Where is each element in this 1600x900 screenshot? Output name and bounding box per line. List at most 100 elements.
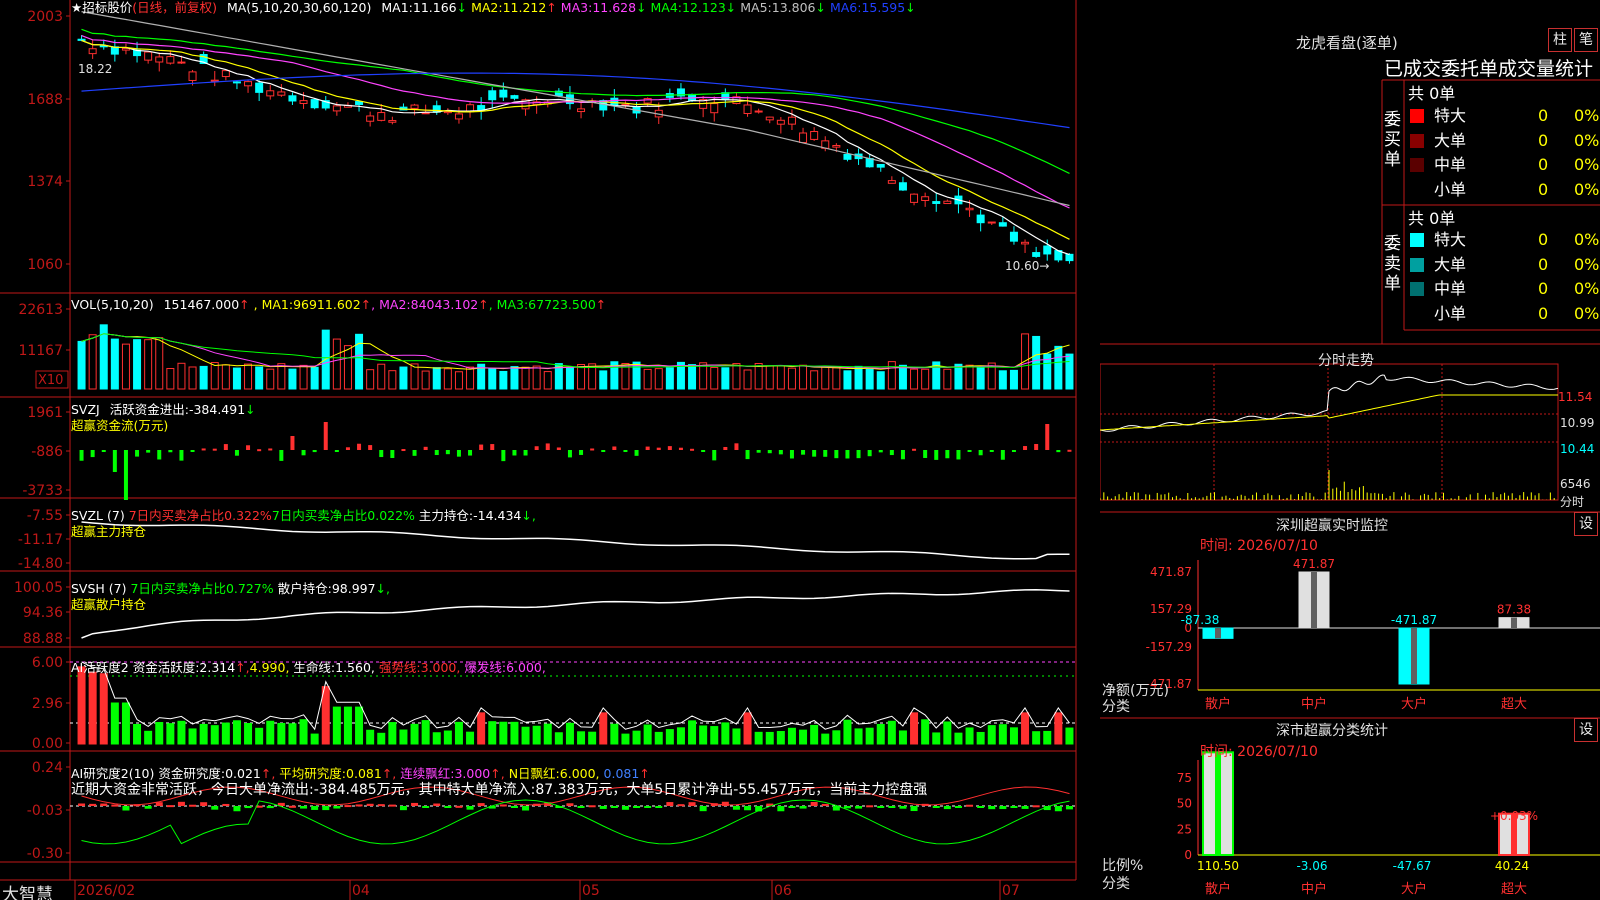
svzj-bar bbox=[312, 450, 317, 453]
ai-activity-bar bbox=[876, 723, 885, 745]
svzj-bar bbox=[401, 449, 406, 452]
ai-activity-bar bbox=[244, 723, 253, 745]
svsh-subtitle: 超赢散户持仓 bbox=[71, 597, 147, 612]
volume-bar bbox=[654, 368, 663, 390]
volume-bar bbox=[787, 367, 796, 390]
ai-activity-bar bbox=[699, 725, 708, 745]
classify-tick-label: 0 bbox=[1184, 848, 1192, 862]
svzj-bar bbox=[856, 450, 861, 459]
svzj-bar bbox=[345, 447, 350, 450]
ai-activity-bar bbox=[710, 726, 719, 745]
volume-bar bbox=[688, 364, 697, 390]
svzj-bar bbox=[623, 450, 628, 452]
ai-activity-bar bbox=[299, 719, 308, 745]
volume-bar bbox=[355, 333, 364, 390]
ai-activity-bar bbox=[121, 702, 130, 745]
ai-activity-bar bbox=[1043, 730, 1052, 745]
ai-activity-bar bbox=[88, 671, 97, 745]
monitor-bar-shade bbox=[1511, 617, 1517, 628]
volume-bar bbox=[466, 366, 475, 390]
tick-view-button[interactable]: 笔 bbox=[1574, 28, 1598, 52]
ai-activity-bar bbox=[721, 722, 730, 745]
lhb-row-name: 小单 bbox=[1434, 303, 1467, 323]
ai-research-bar bbox=[288, 805, 296, 808]
lhb-row-count: 0 bbox=[1538, 155, 1549, 174]
svzj-bar bbox=[157, 450, 162, 460]
lhb-row: 特大 0 0% bbox=[1100, 104, 1600, 128]
intraday-tick-2: 10.99 bbox=[1560, 416, 1595, 430]
ai-research-bar bbox=[666, 802, 674, 806]
vol-unit-label: X10 bbox=[38, 373, 63, 388]
ai-research-bar bbox=[166, 805, 174, 808]
stock-name[interactable]: ★招标股价 bbox=[71, 0, 132, 15]
ai-activity-bar bbox=[532, 725, 541, 745]
svzj-bar bbox=[379, 450, 384, 458]
candle-body bbox=[987, 221, 996, 224]
candle-body bbox=[843, 153, 852, 160]
classify-date-label: 时间: bbox=[1200, 744, 1233, 760]
classify-settings-button[interactable]: 设 bbox=[1574, 718, 1598, 742]
ai-research-bar bbox=[977, 806, 985, 808]
ai2-l4: N日飘红: bbox=[508, 766, 560, 781]
monitor-date: 时间: 2026/07/10 bbox=[1200, 535, 1318, 555]
candle-body bbox=[332, 105, 341, 112]
svzj-bar bbox=[101, 450, 106, 452]
svzj-bar bbox=[234, 450, 239, 456]
ai2-name: AI研究度2(10) bbox=[71, 766, 155, 781]
lhb-row-count: 0 bbox=[1538, 179, 1549, 199]
ai-research-bar bbox=[322, 806, 330, 811]
ai-activity-bar bbox=[632, 730, 641, 745]
main-chart-area[interactable]: 2003 1688 1374 1060 22613 11167 1961 -886 -3733 -… bbox=[0, 0, 1100, 900]
column-view-button[interactable]: 柱 bbox=[1548, 28, 1572, 52]
volume-bar bbox=[910, 368, 919, 390]
ai-research-bar bbox=[177, 801, 185, 806]
candle-body bbox=[898, 182, 907, 191]
candle-body bbox=[799, 132, 808, 144]
ai-activity-bar bbox=[421, 720, 430, 745]
classify-category-label: 散户 bbox=[1205, 881, 1231, 897]
ai-research-bar bbox=[466, 806, 474, 810]
ai-research-bar bbox=[799, 806, 807, 809]
classify-bar-shade bbox=[1215, 752, 1221, 855]
time-axis-label: 2026/02 bbox=[77, 883, 135, 899]
svzj-bar bbox=[246, 445, 251, 450]
ai-research-green-line bbox=[81, 799, 1070, 845]
candle-body bbox=[932, 201, 941, 204]
ai-activity-bar bbox=[643, 724, 652, 745]
lhb-row-name: 中单 bbox=[1434, 279, 1467, 298]
stock-period: (日线，前复权) bbox=[132, 0, 217, 15]
ai-activity-bar bbox=[510, 721, 519, 745]
candle-body bbox=[288, 95, 297, 102]
ai-research-bar bbox=[888, 806, 896, 808]
svzj-bar bbox=[179, 450, 184, 461]
candle-body bbox=[299, 100, 308, 104]
svzj-bar bbox=[556, 447, 561, 450]
ai-research-bar bbox=[477, 803, 485, 806]
vol-value: 151467.000 bbox=[163, 297, 240, 312]
ai2-a3: ↑, bbox=[490, 766, 505, 781]
lhb-color-swatch bbox=[1410, 158, 1424, 172]
main-chart-canvas[interactable]: 2003 1688 1374 1060 22613 11167 1961 -886 -3733 -… bbox=[0, 0, 1100, 900]
lhb-row: 小单 0 0% bbox=[1100, 178, 1600, 202]
candle-body bbox=[77, 38, 86, 41]
ai-activity-bar bbox=[166, 723, 175, 745]
svzj-bar bbox=[734, 443, 739, 450]
svsh-label: 散户持仓: bbox=[277, 581, 332, 596]
svzj-bar bbox=[667, 446, 672, 450]
ai-research-bar bbox=[1010, 806, 1018, 808]
ai1-l3: 生命线: bbox=[293, 660, 336, 675]
lhb-row-count: 0 bbox=[1538, 303, 1549, 323]
lhb-row-count: 0 bbox=[1538, 230, 1549, 249]
svzj-bar bbox=[690, 448, 695, 451]
svzj-bar bbox=[357, 443, 362, 450]
ai-research-bar bbox=[300, 806, 308, 809]
ai-research-bar bbox=[677, 804, 685, 807]
ai-research-bar bbox=[100, 803, 108, 806]
monitor-settings-button[interactable]: 设 bbox=[1574, 512, 1598, 536]
intraday-unit: 分时 bbox=[1560, 495, 1585, 509]
ai-research-bar bbox=[954, 806, 962, 808]
svzj-bar bbox=[1056, 450, 1061, 453]
lhb-row-count: 0 bbox=[1538, 106, 1549, 125]
svzj-bar bbox=[1011, 450, 1016, 452]
volume-bar bbox=[399, 366, 408, 390]
